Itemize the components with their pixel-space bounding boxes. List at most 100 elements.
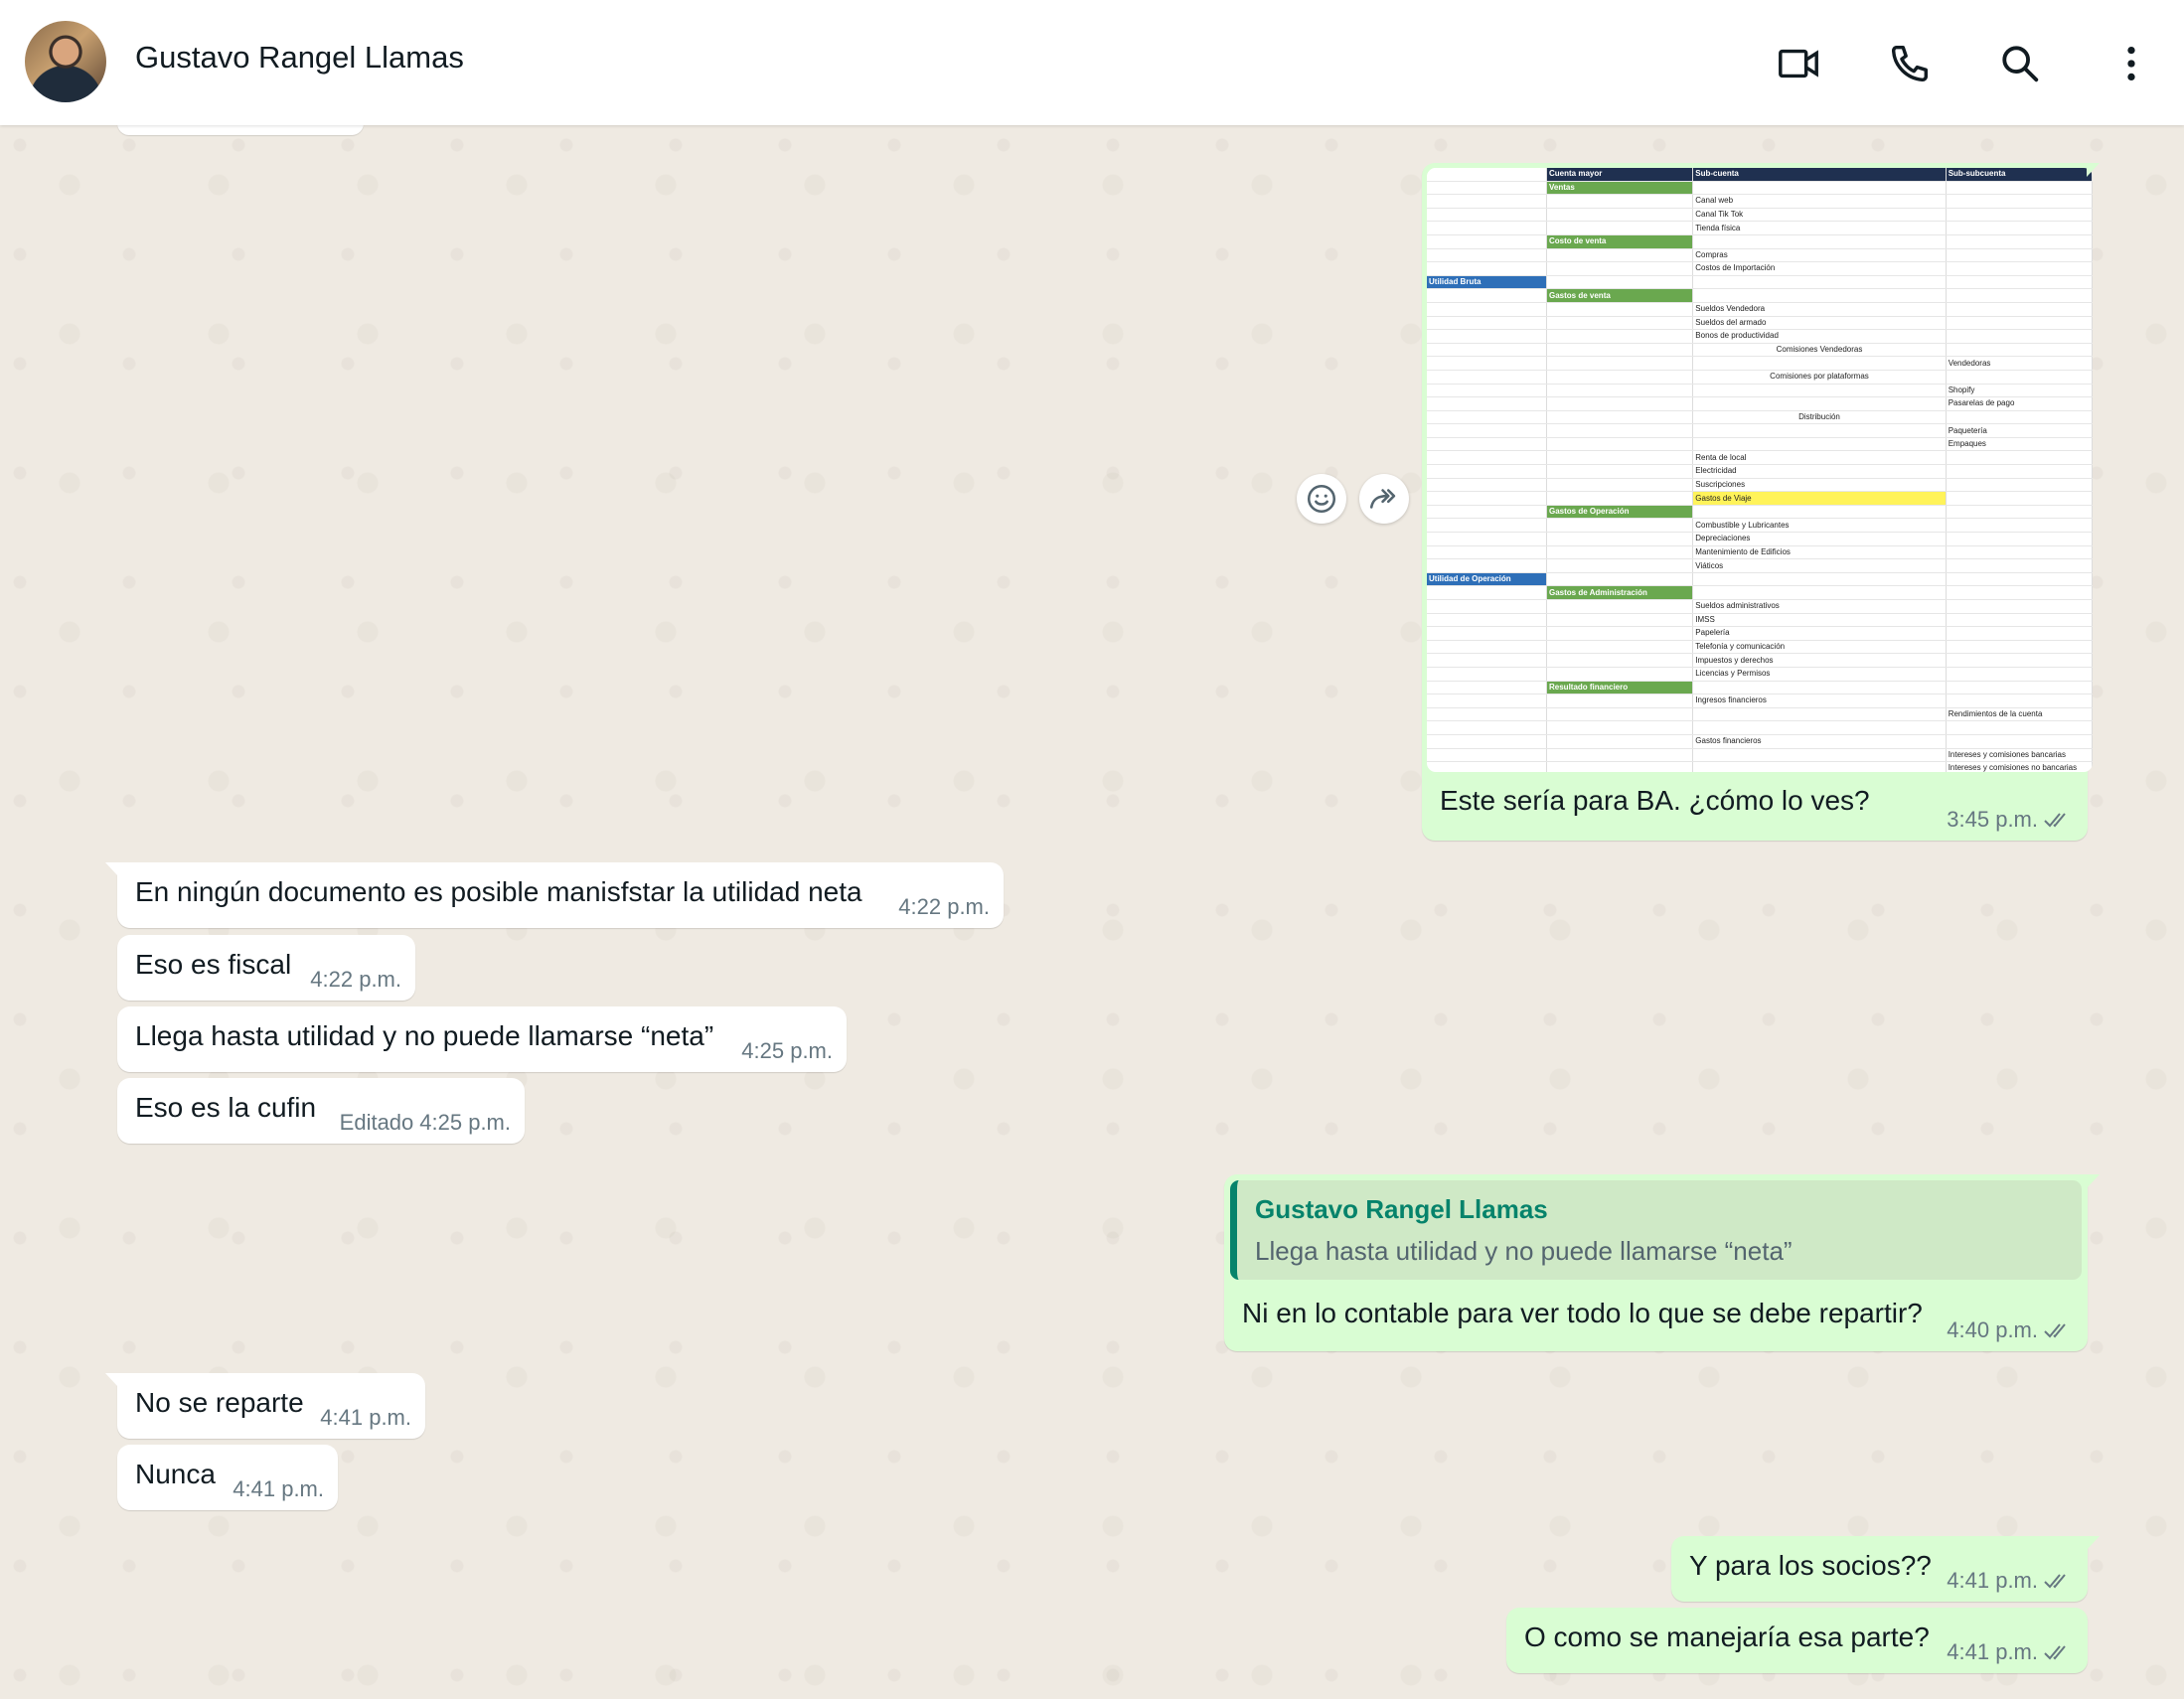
video-call-icon[interactable] — [1773, 38, 1824, 89]
table-cell — [1546, 640, 1694, 655]
message-text: Llega hasta utilidad y no puede llamarse… — [135, 1020, 714, 1051]
table-row: Utilidad de Operación — [1427, 572, 2093, 587]
menu-icon[interactable] — [2106, 38, 2157, 89]
table-cell — [1946, 464, 2093, 479]
spreadsheet-image[interactable]: Cuenta mayor Sub-cuenta Sub-subcuenta Ve… — [1427, 168, 2093, 772]
table-cell — [1427, 194, 1547, 209]
account-table: Cuenta mayor Sub-cuenta Sub-subcuenta Ve… — [1427, 168, 2093, 772]
table-cell — [1692, 707, 1947, 722]
read-ticks-icon — [2044, 1323, 2066, 1338]
outgoing-message[interactable]: Y para los socios?? 4:41 p.m. — [1671, 1536, 2100, 1602]
table-cell — [1427, 234, 1547, 249]
table-cell — [1546, 572, 1694, 587]
table-cell — [1427, 585, 1547, 600]
forward-button[interactable] — [1359, 474, 1409, 524]
quoted-message[interactable]: Gustavo Rangel Llamas Llega hasta utilid… — [1230, 1180, 2082, 1280]
table-cell — [1546, 221, 1694, 235]
table-cell — [1946, 626, 2093, 641]
table-cell — [1546, 491, 1694, 506]
table-row: Comisiones Vendedoras — [1427, 343, 2093, 358]
table-cell — [1946, 734, 2093, 749]
table-row: Resultado financiero — [1427, 681, 2093, 695]
table-cell — [1546, 748, 1694, 763]
table-cell — [1946, 248, 2093, 263]
incoming-message[interactable]: Nunca 4:41 p.m. — [117, 1445, 338, 1510]
search-icon[interactable] — [1994, 38, 2046, 89]
quoted-author: Gustavo Rangel Llamas — [1255, 1194, 1548, 1224]
table-cell: Viáticos — [1692, 558, 1947, 573]
table-cell: Costos de Importación — [1692, 261, 1947, 276]
table-cell — [1546, 450, 1694, 466]
table-cell — [1692, 761, 1947, 772]
table-cell — [1692, 423, 1947, 438]
table-cell — [1692, 384, 1947, 398]
incoming-message[interactable]: En ningún documento es posible manisfsta… — [105, 862, 1004, 928]
contact-name[interactable]: Gustavo Rangel Llamas — [135, 40, 464, 76]
image-message[interactable]: Cuenta mayor Sub-cuenta Sub-subcuenta Ve… — [1422, 163, 2100, 841]
table-cell — [1946, 234, 2093, 249]
chat-area[interactable]: Cuenta mayor Sub-cuenta Sub-subcuenta Ve… — [0, 125, 2184, 1699]
table-cell — [1546, 370, 1694, 385]
reply-message[interactable]: Gustavo Rangel Llamas Llega hasta utilid… — [1224, 1174, 2100, 1351]
table-cell — [1427, 545, 1547, 560]
read-ticks-icon — [2044, 813, 2066, 828]
table-cell — [1946, 585, 2093, 600]
table-cell — [1546, 316, 1694, 331]
table-cell — [1546, 464, 1694, 479]
table-row: Empaques — [1427, 437, 2093, 452]
incoming-message[interactable]: Eso es la cufin Editado 4:25 p.m. — [117, 1078, 525, 1144]
table-cell — [1946, 545, 2093, 560]
table-row: Compras — [1427, 248, 2093, 263]
table-cell — [1946, 329, 2093, 344]
table-cell — [1546, 734, 1694, 749]
table-cell — [1427, 720, 1547, 735]
table-cell: Combustible y Lubricantes — [1692, 518, 1947, 534]
table-cell — [1427, 464, 1547, 479]
table-row: Paquetería — [1427, 423, 2093, 438]
table-cell — [1692, 437, 1947, 452]
message-text: Eso es la cufin — [135, 1092, 317, 1123]
table-cell — [1546, 761, 1694, 772]
table-cell: Licencias y Permisos — [1692, 667, 1947, 682]
table-cell — [1546, 545, 1694, 560]
table-cell: Intereses y comisiones no bancarias — [1946, 761, 2093, 772]
message-time: 4:25 p.m. — [741, 1038, 833, 1063]
table-row: Utilidad Bruta — [1427, 275, 2093, 290]
table-cell — [1946, 316, 2093, 331]
table-cell — [1946, 288, 2093, 303]
voice-call-icon[interactable] — [1884, 38, 1936, 89]
edited-label: Editado — [339, 1110, 414, 1135]
table-cell — [1427, 343, 1547, 358]
table-row: Distribución — [1427, 410, 2093, 425]
previous-message-stub — [117, 125, 364, 135]
table-row: Vendedoras — [1427, 356, 2093, 371]
table-cell — [1427, 248, 1547, 263]
table-cell — [1692, 720, 1947, 735]
message-text: Eso es fiscal — [135, 949, 292, 980]
outgoing-message[interactable]: O como se manejaría esa parte? 4:41 p.m. — [1506, 1608, 2088, 1673]
table-cell — [1946, 667, 2093, 682]
table-row: Combustible y Lubricantes — [1427, 518, 2093, 534]
table-cell — [1546, 275, 1694, 290]
table-cell: Shopify — [1946, 384, 2093, 398]
incoming-message[interactable]: Eso es fiscal 4:22 p.m. — [117, 935, 415, 1001]
contact-avatar[interactable] — [25, 21, 106, 102]
table-cell — [1427, 748, 1547, 763]
table-cell — [1946, 653, 2093, 668]
incoming-message[interactable]: No se reparte 4:41 p.m. — [105, 1373, 425, 1439]
table-cell: Intereses y comisiones bancarias — [1946, 748, 2093, 763]
table-cell — [1946, 491, 2093, 506]
table-cell: Gastos de Operación — [1546, 505, 1694, 520]
table-row: Intereses y comisiones no bancarias — [1427, 761, 2093, 772]
message-text: Nunca — [135, 1459, 216, 1489]
table-cell — [1427, 329, 1547, 344]
react-button[interactable] — [1297, 474, 1346, 524]
message-meta: 4:41 p.m. — [1947, 1639, 2074, 1665]
table-cell — [1946, 275, 2093, 290]
incoming-message[interactable]: Llega hasta utilidad y no puede llamarse… — [117, 1006, 847, 1072]
header-cell: Cuenta mayor — [1546, 168, 1694, 182]
message-time: 4:22 p.m. — [310, 967, 401, 992]
table-cell: Ingresos financieros — [1692, 694, 1947, 708]
table-cell — [1546, 707, 1694, 722]
table-cell — [1546, 653, 1694, 668]
